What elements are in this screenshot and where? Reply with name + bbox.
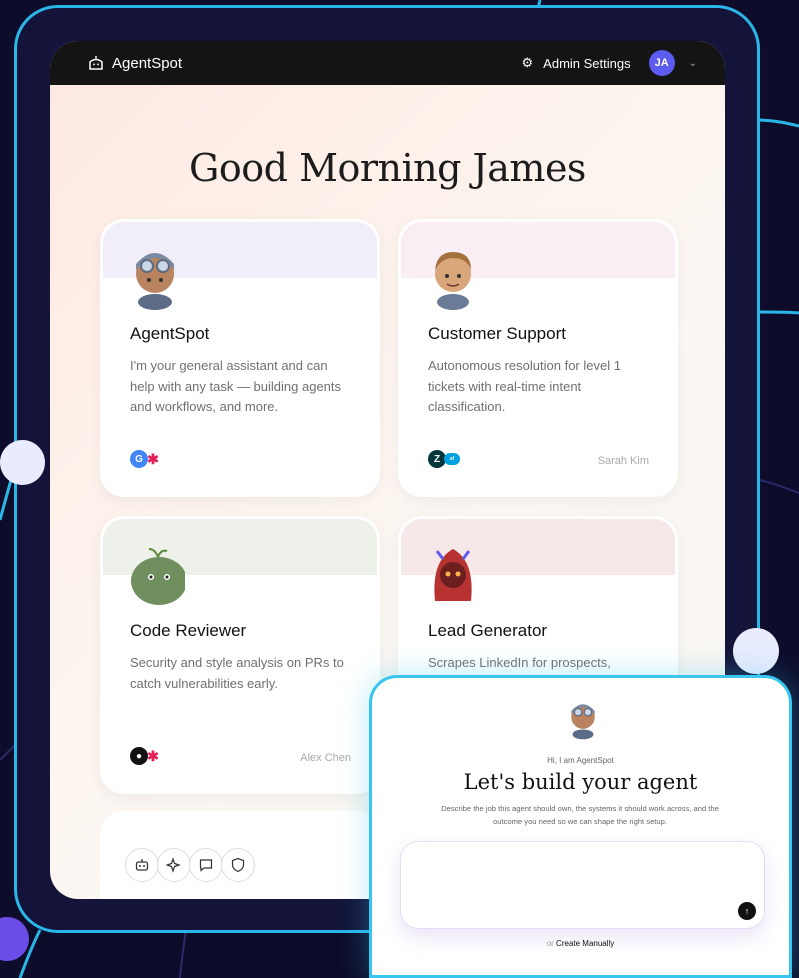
integration-logos: G ✱ [130,450,162,468]
card-description: Security and style analysis on PRs to ca… [130,655,344,691]
card-title: AgentSpot [130,324,210,343]
card-title: Customer Support [428,324,566,343]
agent-builder-panel: Hi, I am AgentSpot Let's build your agen… [369,675,792,978]
shield-icon[interactable] [221,848,255,882]
card-title: Code Reviewer [130,621,247,640]
admin-settings-link[interactable]: Admin Settings [543,56,630,71]
robot-mascot-icon [136,253,174,310]
slack-icon: ✱ [147,747,159,764]
brand-name: AgentSpot [112,54,183,72]
support-mascot-icon [435,252,471,310]
agent-description-box: ↑ [400,841,765,929]
robot-mascot-icon [571,704,595,740]
card-title: Lead Generator [428,621,548,640]
brand[interactable]: AgentSpot [88,55,182,72]
decor-dot-left [0,440,45,485]
bot-icon[interactable] [125,848,159,882]
card-owner: Alex Chen [300,752,351,764]
hooded-mascot-icon [434,549,472,601]
integration-logos: ● ✱ [130,747,162,765]
user-avatar[interactable]: JA [648,50,675,76]
builder-subtext: Describe the job this agent should own, … [441,804,719,826]
page-greeting: Good Morning James [189,146,586,190]
builder-intro: Hi, I am AgentSpot [547,756,614,765]
card-description: I'm your general assistant and can help … [130,358,342,414]
card-description: Scrapes LinkedIn for prospects, [428,655,611,670]
agent-description-input[interactable] [401,842,764,928]
or-label: or [546,939,554,948]
builder-heading: Let's build your agent [463,770,698,794]
agent-card-code-reviewer[interactable]: Code Reviewer Security and style analysi… [100,516,380,794]
gear-icon[interactable]: ⚙ [522,55,534,71]
slack-icon: ✱ [147,450,159,467]
chat-icon[interactable] [189,848,223,882]
card-owner: Sarah Kim [597,455,649,467]
create-manually-row: or Create Manually [372,939,789,948]
salesforce-icon: sf [444,453,460,465]
quick-tools-card [100,811,380,899]
card-description: Autonomous resolution for level 1 ticket… [428,358,621,414]
agentspot-logo-icon [89,56,103,70]
create-manually-link[interactable]: Create Manually [556,939,614,948]
agent-card-agentspot[interactable]: AgentSpot I'm your general assistant and… [100,219,380,497]
integration-logos: Z sf [428,450,460,468]
top-right-controls: ⚙ Admin Settings JA ⌄ [522,50,697,76]
agent-card-customer-support[interactable]: Customer Support Autonomous resolution f… [398,219,678,497]
send-arrow-icon[interactable]: ↑ [738,902,756,920]
rock-mascot-icon [131,548,185,605]
top-bar: AgentSpot ⚙ Admin Settings JA ⌄ [50,41,725,85]
decor-dot-right [733,628,779,674]
chevron-down-icon[interactable]: ⌄ [689,58,697,69]
sparkles-icon[interactable] [157,848,191,882]
